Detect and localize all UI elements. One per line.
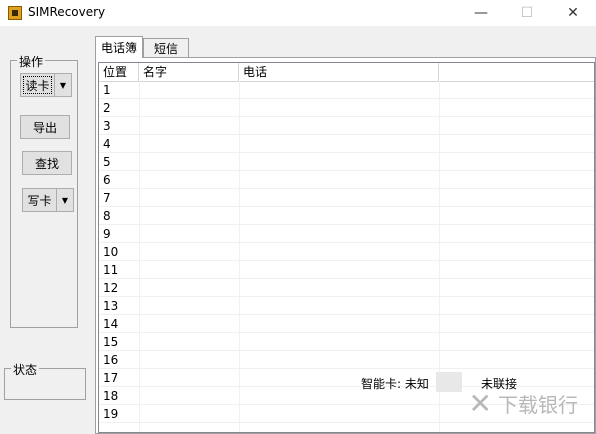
list-header: 位置 名字 电话 (99, 63, 594, 82)
row-position: 1 (103, 83, 111, 97)
row-position: 3 (103, 119, 111, 133)
row-position: 15 (103, 335, 119, 349)
row-position: 7 (103, 191, 111, 205)
operations-group: 操作 读卡 ▼ 导出 查找 写卡 ▼ (10, 53, 78, 328)
row-position: 8 (103, 209, 111, 223)
table-row[interactable]: 11 (99, 261, 594, 279)
column-header-name[interactable]: 名字 (139, 63, 239, 81)
find-button[interactable]: 查找 (22, 151, 72, 175)
app-icon (8, 6, 22, 20)
row-position: 17 (103, 371, 119, 385)
table-row[interactable]: 2 (99, 99, 594, 117)
table-row[interactable]: 10 (99, 243, 594, 261)
row-position: 14 (103, 317, 119, 331)
table-row[interactable]: 8 (99, 207, 594, 225)
phonebook-list[interactable]: 位置 名字 电话 1 2 3 4 5 6 7 8 9 10 11 12 13 14 15 16 17 18 19 (98, 62, 595, 433)
row-position: 9 (103, 227, 111, 241)
row-position: 5 (103, 155, 111, 169)
table-row[interactable]: 12 (99, 279, 594, 297)
table-row[interactable]: 15 (99, 333, 594, 351)
table-row[interactable]: 7 (99, 189, 594, 207)
table-row[interactable]: 13 (99, 297, 594, 315)
minimize-button[interactable]: — (458, 0, 504, 26)
status-group: 状态 (4, 361, 86, 400)
row-position: 10 (103, 245, 119, 259)
table-row[interactable]: 17 (99, 369, 594, 387)
table-row[interactable]: 16 (99, 351, 594, 369)
write-card-button[interactable]: 写卡 (22, 188, 57, 212)
row-position: 18 (103, 389, 119, 403)
watermark: ✕ 下载银行 (469, 387, 578, 420)
row-position: 11 (103, 263, 119, 277)
row-position: 4 (103, 137, 111, 151)
client-area: 操作 读卡 ▼ 导出 查找 写卡 ▼ 状态 电话簿 短信 位置 名字 电话 12… (0, 26, 596, 434)
title-bar: SIMRecovery — ☐ ✕ (0, 0, 596, 26)
row-position: 13 (103, 299, 119, 313)
tab-phonebook[interactable]: 电话簿 (95, 36, 143, 58)
smartcard-status: 智能卡: 未知 (361, 377, 429, 391)
row-position: 12 (103, 281, 119, 295)
row-position: 19 (103, 407, 119, 421)
export-button[interactable]: 导出 (20, 115, 70, 139)
maximize-button[interactable]: ☐ (504, 0, 550, 26)
write-card-dropdown-icon[interactable]: ▼ (57, 188, 74, 212)
column-header-phone[interactable]: 电话 (239, 63, 439, 81)
table-row[interactable]: 9 (99, 225, 594, 243)
tab-sms[interactable]: 短信 (143, 38, 189, 58)
row-position: 2 (103, 101, 111, 115)
status-group-title: 状态 (11, 361, 40, 378)
phonebook-tab-page: 位置 名字 电话 1 2 3 4 5 6 7 8 9 10 11 12 13 14 15 16 17 18 19 (95, 57, 596, 434)
row-position: 6 (103, 173, 111, 187)
operations-group-title: 操作 (17, 53, 46, 70)
write-card-split-button[interactable]: 写卡 ▼ (22, 188, 74, 212)
table-row[interactable]: 4 (99, 135, 594, 153)
window-title: SIMRecovery (28, 5, 106, 19)
close-button[interactable]: ✕ (550, 0, 596, 26)
watermark-logo-icon: ✕ (468, 387, 492, 420)
read-card-split-button[interactable]: 读卡 ▼ (20, 73, 72, 97)
read-card-dropdown-icon[interactable]: ▼ (55, 73, 72, 97)
status-separator (436, 372, 462, 392)
watermark-text: 下载银行 (498, 393, 578, 417)
row-position: 16 (103, 353, 119, 367)
column-header-position[interactable]: 位置 (99, 63, 139, 81)
table-row[interactable]: 14 (99, 315, 594, 333)
table-row[interactable]: 6 (99, 171, 594, 189)
table-row[interactable]: 1 (99, 81, 594, 99)
table-row[interactable]: 3 (99, 117, 594, 135)
column-header-filler (439, 63, 594, 81)
table-row[interactable]: 5 (99, 153, 594, 171)
read-card-button[interactable]: 读卡 (20, 73, 55, 97)
